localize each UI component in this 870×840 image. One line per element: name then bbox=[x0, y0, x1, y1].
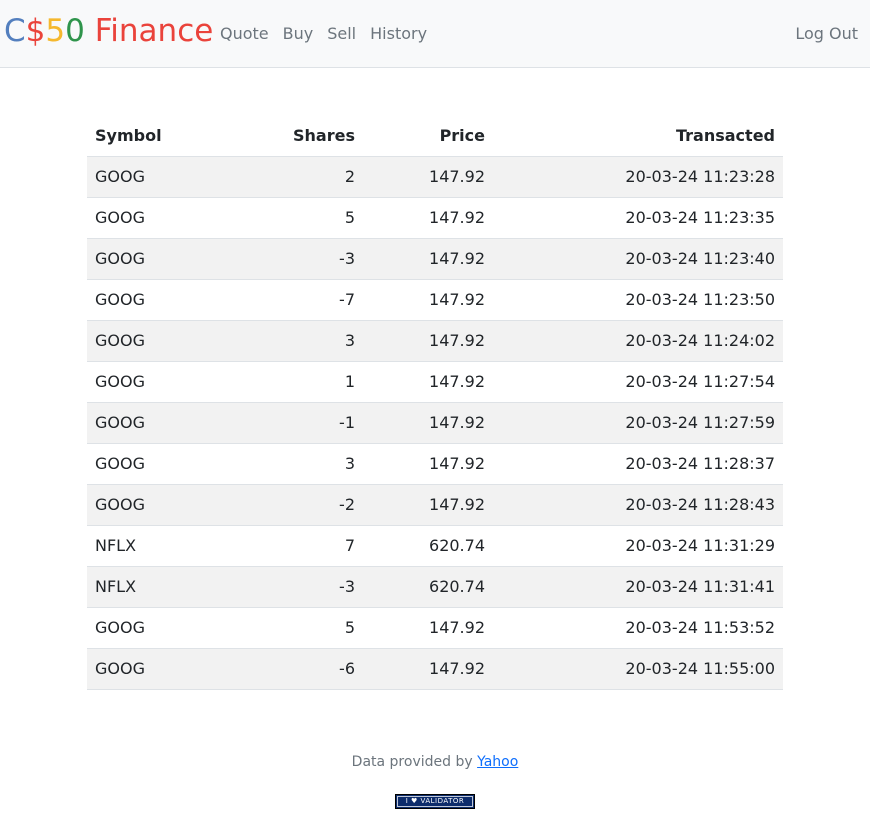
cell-transacted: 20-03-24 11:24:02 bbox=[493, 319, 783, 361]
table-row: GOOG 3 147.92 20-03-24 11:28:37 bbox=[87, 442, 783, 484]
cell-shares: 3 bbox=[237, 319, 363, 361]
validator-label: VALIDATOR bbox=[420, 797, 465, 805]
table-row: NFLX 7 620.74 20-03-24 11:31:29 bbox=[87, 524, 783, 566]
table-row: GOOG 3 147.92 20-03-24 11:24:02 bbox=[87, 319, 783, 361]
cell-transacted: 20-03-24 11:55:00 bbox=[493, 647, 783, 690]
cell-shares: -3 bbox=[237, 237, 363, 279]
table-header-row: Symbol Shares Price Transacted bbox=[87, 115, 783, 157]
cell-shares: -7 bbox=[237, 278, 363, 320]
brand-five: 5 bbox=[45, 13, 66, 49]
cell-price: 147.92 bbox=[363, 155, 493, 197]
cell-symbol: GOOG bbox=[87, 442, 237, 484]
brand-logo-link[interactable]: C$50 Finance bbox=[4, 12, 213, 50]
cell-transacted: 20-03-24 11:53:52 bbox=[493, 606, 783, 648]
cell-shares: 5 bbox=[237, 196, 363, 238]
nav-link-history[interactable]: History bbox=[363, 22, 434, 46]
cell-symbol: GOOG bbox=[87, 237, 237, 279]
cell-transacted: 20-03-24 11:27:54 bbox=[493, 360, 783, 402]
table-row: GOOG 2 147.92 20-03-24 11:23:28 bbox=[87, 155, 783, 197]
brand-finance: Finance bbox=[94, 13, 214, 49]
cell-transacted: 20-03-24 11:23:40 bbox=[493, 237, 783, 279]
cell-transacted: 20-03-24 11:23:50 bbox=[493, 278, 783, 320]
table-row: GOOG 5 147.92 20-03-24 11:53:52 bbox=[87, 606, 783, 648]
footer: Data provided by Yahoo bbox=[0, 754, 870, 770]
cell-shares: 5 bbox=[237, 606, 363, 648]
nav-links: Quote Buy Sell History bbox=[213, 22, 434, 46]
nav-link-sell[interactable]: Sell bbox=[320, 22, 363, 46]
cell-symbol: GOOG bbox=[87, 606, 237, 648]
brand-dollar: $ bbox=[25, 13, 46, 49]
table-body: GOOG 2 147.92 20-03-24 11:23:28 GOOG 5 147.92 2… bbox=[87, 155, 783, 690]
cell-price: 147.92 bbox=[363, 237, 493, 279]
cell-shares: 3 bbox=[237, 442, 363, 484]
history-table: Symbol Shares Price Transacted GOOG 2 147.… bbox=[87, 115, 783, 690]
cell-symbol: GOOG bbox=[87, 360, 237, 402]
cell-transacted: 20-03-24 11:23:35 bbox=[493, 196, 783, 238]
cell-shares: 7 bbox=[237, 524, 363, 566]
cell-symbol: GOOG bbox=[87, 319, 237, 361]
table-row: GOOG -3 147.92 20-03-24 11:23:40 bbox=[87, 237, 783, 279]
cell-symbol: GOOG bbox=[87, 196, 237, 238]
cell-price: 147.92 bbox=[363, 319, 493, 361]
brand-zero: 0 bbox=[65, 13, 85, 49]
cell-shares: 1 bbox=[237, 360, 363, 402]
table-row: GOOG 1 147.92 20-03-24 11:27:54 bbox=[87, 360, 783, 402]
cell-transacted: 20-03-24 11:31:41 bbox=[493, 565, 783, 607]
table-row: NFLX -3 620.74 20-03-24 11:31:41 bbox=[87, 565, 783, 607]
cell-transacted: 20-03-24 11:28:43 bbox=[493, 483, 783, 525]
cell-transacted: 20-03-24 11:27:59 bbox=[493, 401, 783, 443]
table-row: GOOG -6 147.92 20-03-24 11:55:00 bbox=[87, 647, 783, 690]
header-transacted: Transacted bbox=[493, 115, 783, 157]
cell-transacted: 20-03-24 11:31:29 bbox=[493, 524, 783, 566]
cell-shares: -2 bbox=[237, 483, 363, 525]
table-row: GOOG -7 147.92 20-03-24 11:23:50 bbox=[87, 278, 783, 320]
cell-price: 147.92 bbox=[363, 442, 493, 484]
cell-symbol: GOOG bbox=[87, 401, 237, 443]
cell-shares: 2 bbox=[237, 155, 363, 197]
table-row: GOOG -1 147.92 20-03-24 11:27:59 bbox=[87, 401, 783, 443]
cell-symbol: GOOG bbox=[87, 278, 237, 320]
nav-link-buy[interactable]: Buy bbox=[276, 22, 321, 46]
logout-link[interactable]: Log Out bbox=[795, 22, 858, 46]
cell-price: 147.92 bbox=[363, 606, 493, 648]
nav-link-quote[interactable]: Quote bbox=[213, 22, 276, 46]
cell-price: 147.92 bbox=[363, 278, 493, 320]
cell-price: 620.74 bbox=[363, 565, 493, 607]
cell-price: 147.92 bbox=[363, 360, 493, 402]
cell-shares: -3 bbox=[237, 565, 363, 607]
cell-symbol: NFLX bbox=[87, 524, 237, 566]
cell-price: 620.74 bbox=[363, 524, 493, 566]
table-row: GOOG -2 147.92 20-03-24 11:28:43 bbox=[87, 483, 783, 525]
cell-symbol: GOOG bbox=[87, 647, 237, 690]
header-price: Price bbox=[363, 115, 493, 157]
cell-price: 147.92 bbox=[363, 401, 493, 443]
brand-c: C bbox=[4, 13, 26, 49]
table-row: GOOG 5 147.92 20-03-24 11:23:35 bbox=[87, 196, 783, 238]
cell-transacted: 20-03-24 11:23:28 bbox=[493, 155, 783, 197]
history-table-container: Symbol Shares Price Transacted GOOG 2 147.… bbox=[87, 115, 783, 690]
cell-price: 147.92 bbox=[363, 483, 493, 525]
validator-i: I bbox=[405, 797, 409, 805]
cell-shares: -1 bbox=[237, 401, 363, 443]
cell-price: 147.92 bbox=[363, 196, 493, 238]
cell-symbol: NFLX bbox=[87, 565, 237, 607]
heart-icon: ♥ bbox=[411, 797, 418, 805]
cell-symbol: GOOG bbox=[87, 483, 237, 525]
header-shares: Shares bbox=[237, 115, 363, 157]
yahoo-link[interactable]: Yahoo bbox=[477, 754, 518, 770]
validator-badge[interactable]: I ♥ VALIDATOR bbox=[395, 794, 475, 809]
cell-transacted: 20-03-24 11:28:37 bbox=[493, 442, 783, 484]
cell-shares: -6 bbox=[237, 647, 363, 690]
cell-symbol: GOOG bbox=[87, 155, 237, 197]
navbar: C$50 Finance Quote Buy Sell History Log … bbox=[0, 0, 870, 68]
footer-text: Data provided by bbox=[351, 754, 473, 770]
header-symbol: Symbol bbox=[87, 115, 237, 157]
cell-price: 147.92 bbox=[363, 647, 493, 690]
